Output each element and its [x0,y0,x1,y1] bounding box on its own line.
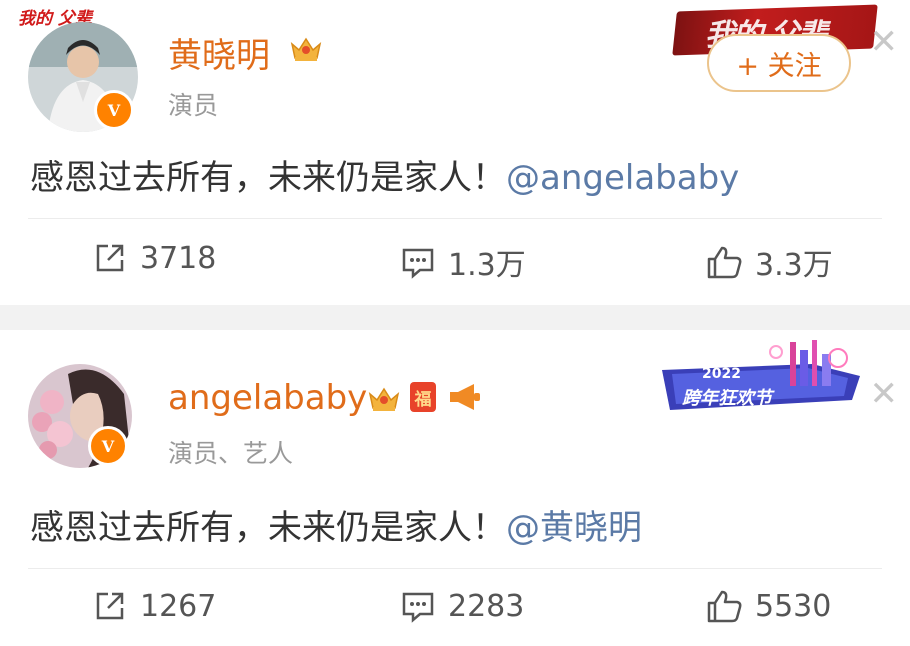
crown-icon [290,37,322,61]
mention-link[interactable]: @黄晓明 [506,508,642,548]
follow-area: 我的 父辈 + 关注 [672,4,880,94]
close-icon[interactable]: ✕ [870,22,899,62]
comment-count: 1.3万 [448,248,526,283]
verified-icon: V [88,426,128,466]
verified-icon: V [94,90,134,130]
comment-button[interactable]: 1.3万 [400,240,526,284]
post-separator [0,305,910,330]
repost-count: 1267 [140,588,217,624]
avatar[interactable]: V [28,22,138,132]
crown-icon [368,387,400,411]
divider [28,568,882,569]
fu-badge-text: 福 [414,389,432,410]
mention-link[interactable]: @angelababy [506,158,739,198]
close-icon[interactable]: ✕ [870,374,899,414]
user-subtitle: 演员 [168,91,219,120]
post-content: 感恩过去所有，未来仍是家人！@angelababy [30,150,739,199]
like-button[interactable]: 3.3万 [705,240,833,284]
avatar[interactable]: V [28,364,132,468]
comment-button[interactable]: 2283 [400,588,524,624]
user-subtitle: 演员、艺人 [168,439,294,468]
user-name[interactable]: 黄晓明 [168,28,270,77]
banner-title: 跨年狂欢节 [682,388,772,409]
share-icon [96,244,124,272]
user-name[interactable]: angelababy [168,378,367,418]
repost-button[interactable]: 3718 [92,240,216,276]
post-content: 感恩过去所有，未来仍是家人！@黄晓明 [30,500,642,549]
megaphone-icon [450,384,480,410]
repost-count: 3718 [140,240,217,276]
like-count: 5530 [755,588,832,624]
comment-count: 2283 [448,588,525,624]
follow-button[interactable]: + 关注 [707,34,851,92]
like-icon [707,246,742,279]
like-count: 3.3万 [755,248,833,283]
like-button[interactable]: 5530 [705,588,831,624]
fu-badge: 福 [410,382,436,412]
post-text: 感恩过去所有，未来仍是家人！ [30,508,506,548]
post-angelababy: V angelababy 福 演员、艺人 2022 跨年狂欢节 ✕ 感恩过去所有… [0,330,910,646]
comment-icon [402,248,434,279]
post-huangxiaoming: 我的 父辈 V 黄晓明 演员 我的 父辈 + 关注 ✕ 感恩过去所有，未来仍是家… [0,0,910,305]
repost-button[interactable]: 1267 [92,588,216,624]
banner-year: 2022 [702,366,741,382]
post-text: 感恩过去所有，未来仍是家人！ [30,158,506,198]
comment-icon [402,592,434,623]
divider [28,218,882,219]
new-year-banner: 2022 跨年狂欢节 [662,338,862,418]
share-icon [96,592,124,620]
like-icon [707,590,742,623]
